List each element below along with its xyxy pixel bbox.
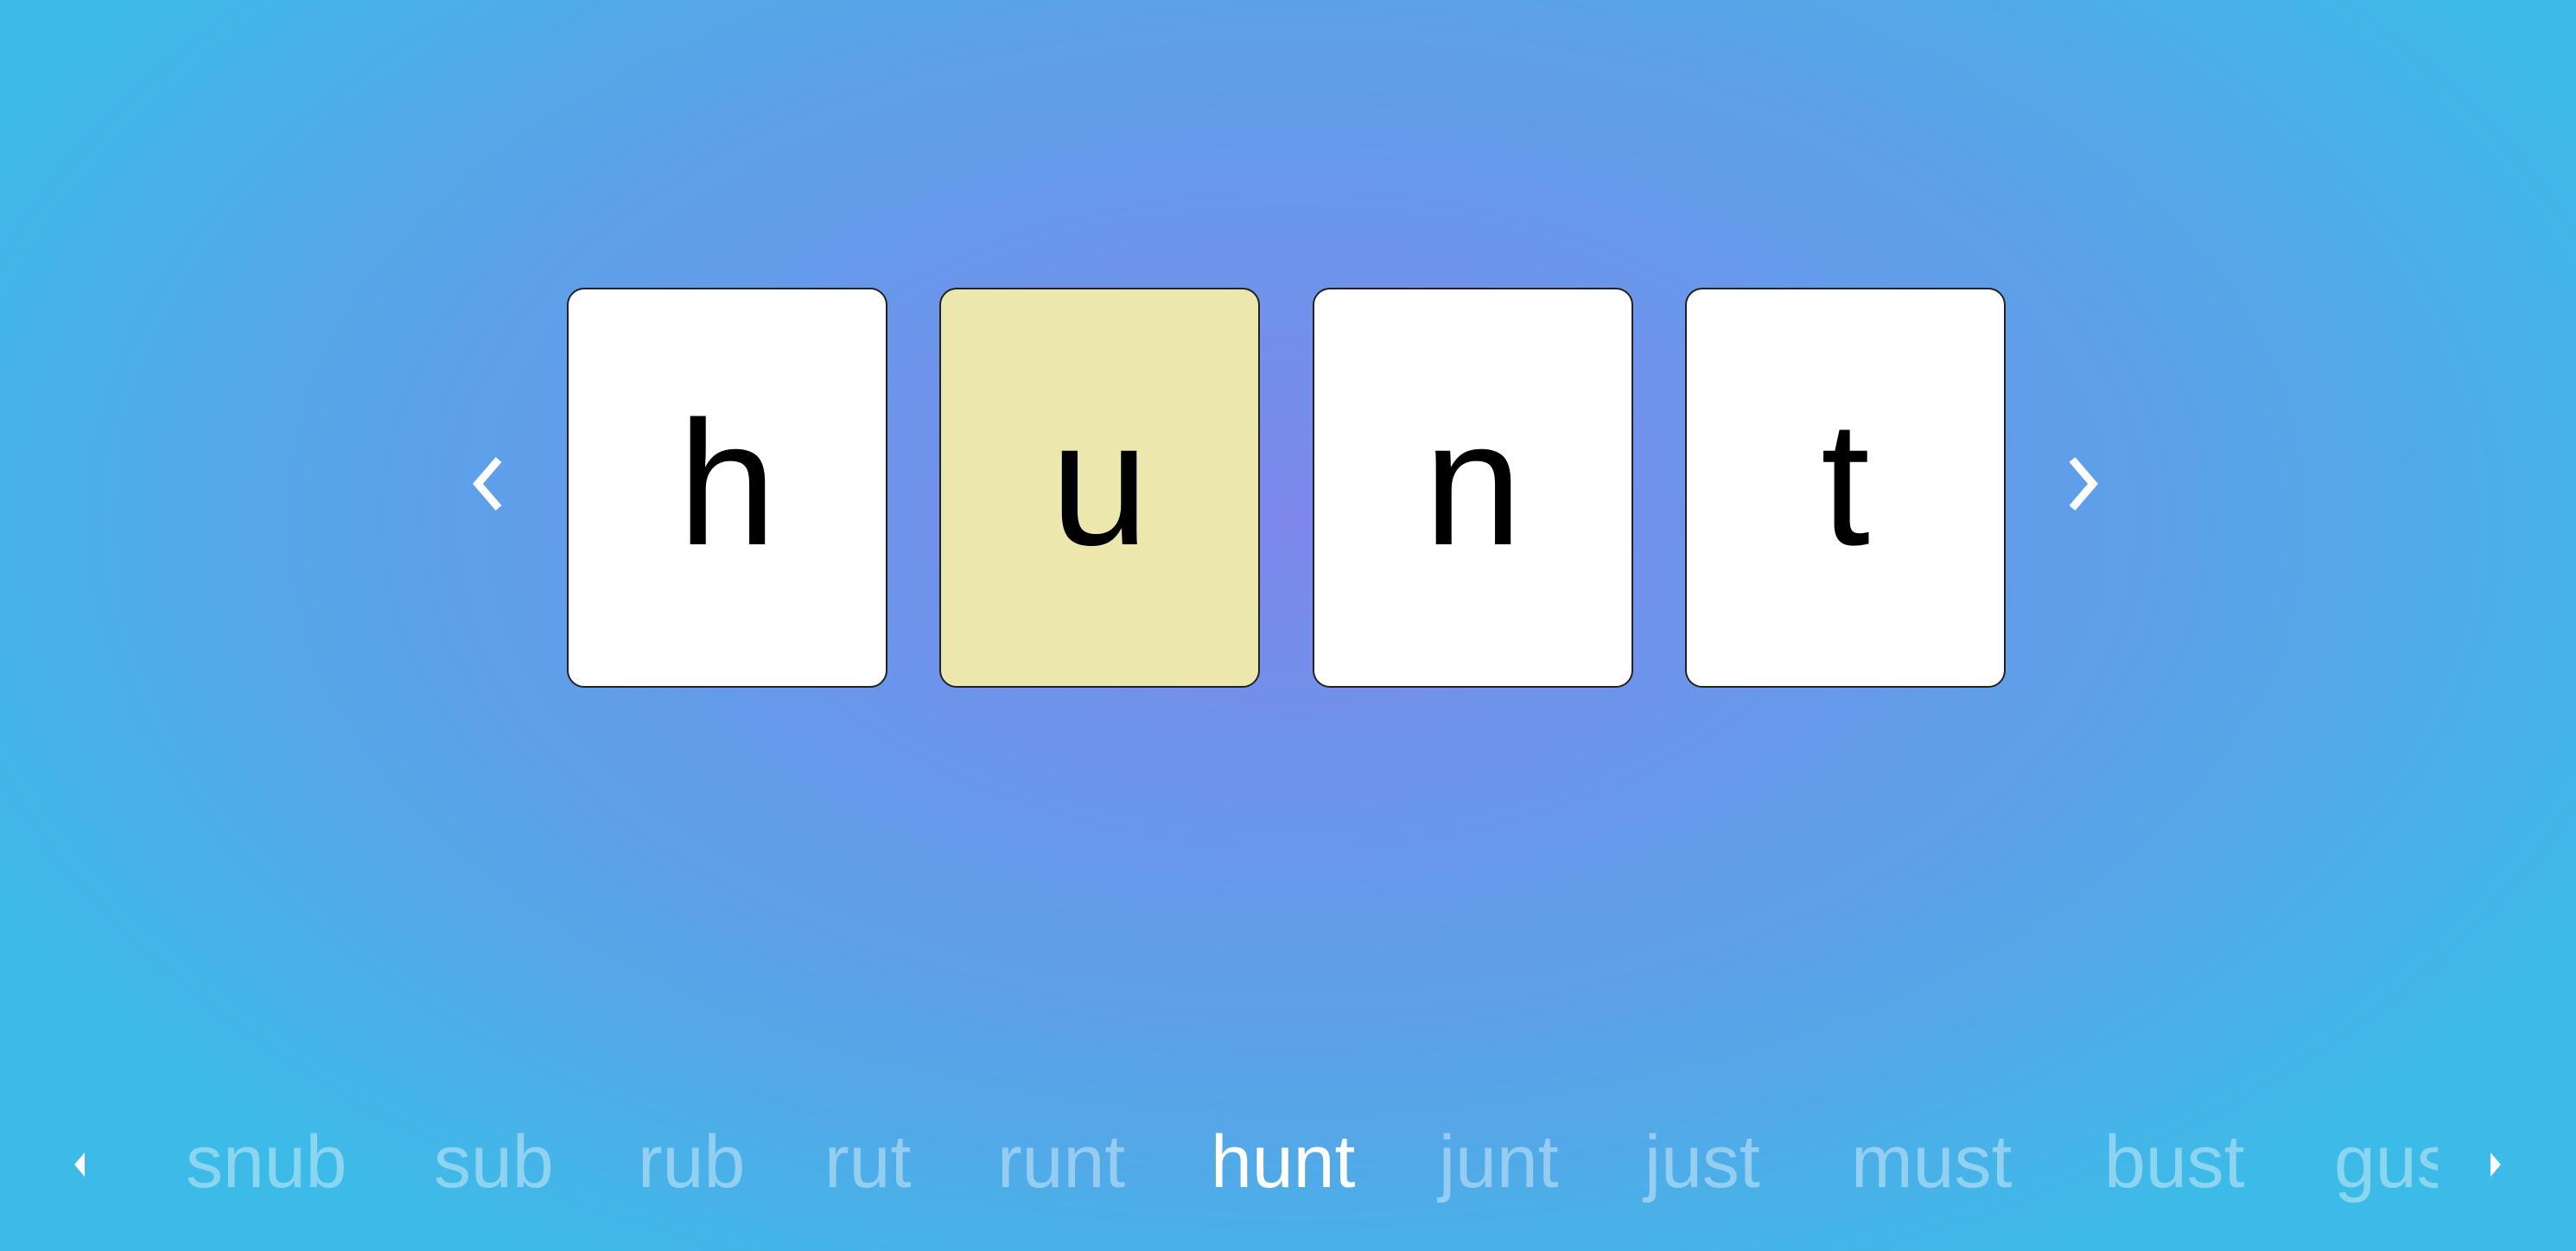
- next-letter-button[interactable]: [2057, 449, 2109, 518]
- word-item[interactable]: snub: [186, 1114, 347, 1210]
- letter-card-2-selected[interactable]: u: [939, 288, 1260, 688]
- letter-card-1[interactable]: h: [567, 288, 887, 688]
- word-item[interactable]: bust: [2104, 1114, 2245, 1210]
- letter: u: [1050, 384, 1149, 582]
- chevron-right-icon: [2069, 457, 2098, 511]
- word-item-current[interactable]: hunt: [1211, 1114, 1355, 1210]
- triangle-left-icon: [74, 1153, 85, 1177]
- word-item[interactable]: rut: [824, 1114, 911, 1210]
- chevron-left-icon: [473, 457, 502, 511]
- previous-letter-button[interactable]: [462, 449, 514, 518]
- letter: h: [677, 384, 777, 582]
- word-list-next-button[interactable]: [2487, 1147, 2504, 1182]
- word-history-list[interactable]: snub sub rub rut runt hunt junt just mus…: [173, 1114, 2438, 1210]
- letter: t: [1821, 384, 1870, 582]
- word-item[interactable]: just: [1644, 1114, 1760, 1210]
- word-item[interactable]: junt: [1439, 1114, 1559, 1210]
- letter-card-4[interactable]: t: [1685, 288, 2006, 688]
- word-list-prev-button[interactable]: [71, 1147, 88, 1182]
- word-item[interactable]: must: [1851, 1114, 2012, 1210]
- triangle-right-icon: [2490, 1153, 2501, 1177]
- word-item[interactable]: sub: [434, 1114, 554, 1210]
- word-item[interactable]: runt: [997, 1114, 1125, 1210]
- letter-card-3[interactable]: n: [1313, 288, 1633, 688]
- word-item[interactable]: rub: [638, 1114, 745, 1210]
- letter: n: [1423, 384, 1523, 582]
- word-item[interactable]: gus: [2334, 1114, 2438, 1210]
